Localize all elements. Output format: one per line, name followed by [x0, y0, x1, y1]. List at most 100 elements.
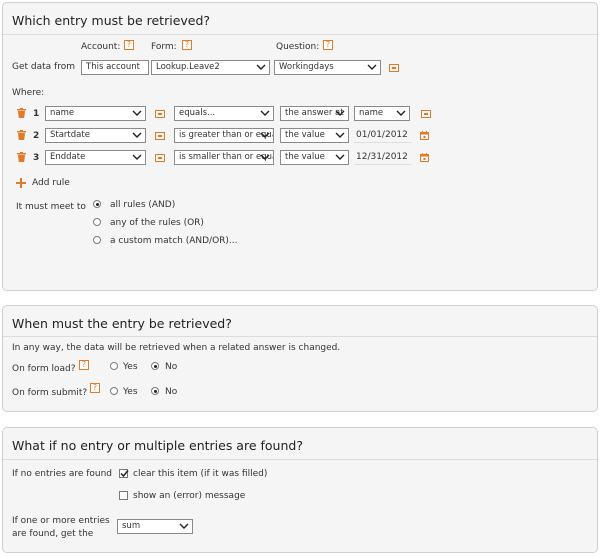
- chevron-down-icon: [334, 107, 346, 120]
- variable-icon[interactable]: [155, 110, 165, 118]
- form-select[interactable]: Lookup.Leave2: [151, 60, 270, 75]
- must-meet-label: It must meet to: [16, 202, 86, 212]
- account-select[interactable]: This account: [81, 60, 149, 75]
- section-title: What if no entry or multiple entries are…: [12, 438, 303, 453]
- if-none-label: If no entries are found: [12, 469, 113, 479]
- rule-field-value: name: [50, 108, 75, 118]
- chevron-down-icon: [366, 61, 378, 74]
- if-many-label-line1: If one or more entries: [12, 516, 110, 526]
- custom-match-label: a custom match (AND/OR)...: [110, 236, 238, 246]
- rule-field-select[interactable]: name: [45, 106, 146, 121]
- chevron-down-icon: [131, 151, 143, 164]
- help-icon[interactable]: ?: [90, 383, 100, 393]
- rule-operator-value: equals...: [179, 108, 216, 118]
- add-rule-button[interactable]: Add rule: [16, 177, 76, 189]
- rule-operator-select[interactable]: is smaller than or equa: [174, 150, 274, 165]
- section-title: When must the entry be retrieved?: [12, 316, 232, 331]
- question-select[interactable]: Workingdays: [274, 60, 381, 75]
- question-column-label: Question:: [276, 42, 320, 52]
- retrieve-timing-panel: When must the entry be retrieved? In any…: [2, 305, 598, 412]
- help-icon[interactable]: ?: [79, 360, 89, 370]
- rule-source-select[interactable]: the answer at: [280, 106, 349, 121]
- checkmark-icon: [120, 470, 129, 478]
- on-load-yes-label: Yes: [123, 362, 138, 372]
- help-icon[interactable]: ?: [182, 40, 192, 50]
- chevron-down-icon: [259, 151, 271, 164]
- rule-field-select[interactable]: Enddate: [45, 150, 146, 165]
- rule-operator-select[interactable]: is greater than or equa: [174, 128, 274, 143]
- chevron-down-icon: [259, 107, 271, 120]
- retrieve-entry-panel: Which entry must be retrieved? Account: …: [2, 2, 598, 291]
- on-load-label: On form load?: [12, 364, 76, 374]
- section-title: Which entry must be retrieved?: [12, 13, 211, 28]
- clear-item-label: clear this item (if it was filled): [133, 469, 268, 479]
- rule-field-value: Startdate: [50, 130, 90, 140]
- help-icon[interactable]: ?: [124, 40, 134, 50]
- any-rules-radio[interactable]: [93, 218, 101, 226]
- chevron-down-icon: [334, 151, 346, 164]
- all-rules-radio[interactable]: [93, 200, 101, 208]
- on-submit-yes-radio[interactable]: [110, 387, 118, 395]
- all-rules-label: all rules (AND): [110, 200, 176, 210]
- rule-source-value: the value: [285, 152, 325, 162]
- not-found-panel: What if no entry or multiple entries are…: [2, 427, 598, 553]
- chevron-down-icon: [259, 129, 271, 142]
- form-column-label: Form:: [151, 42, 177, 52]
- variable-icon[interactable]: [389, 64, 399, 72]
- chevron-down-icon: [395, 107, 407, 120]
- on-submit-no-label: No: [165, 387, 178, 397]
- variable-icon[interactable]: [421, 110, 431, 118]
- section-divider: [3, 459, 597, 460]
- on-load-no-radio[interactable]: [151, 362, 159, 370]
- account-select-value: This account: [86, 62, 140, 72]
- rule-source-value: the value: [285, 130, 325, 140]
- retrieve-note: In any way, the data will be retrieved w…: [12, 343, 341, 353]
- trash-icon[interactable]: [17, 152, 26, 162]
- add-rule-label: Add rule: [32, 178, 70, 188]
- plus-icon: [16, 178, 26, 188]
- aggregate-value: sum: [122, 521, 141, 531]
- trash-icon[interactable]: [17, 130, 26, 140]
- on-load-yes-radio[interactable]: [110, 362, 118, 370]
- show-error-checkbox[interactable]: [119, 491, 128, 500]
- rule-date-input[interactable]: 01/01/2012: [354, 128, 412, 143]
- account-column-label: Account:: [81, 42, 121, 52]
- chevron-down-icon: [255, 61, 267, 74]
- calendar-icon[interactable]: [420, 131, 429, 140]
- rule-number: 1: [33, 109, 40, 119]
- rule-source-select[interactable]: the value: [280, 150, 349, 165]
- if-many-label-line2: are found, get the: [12, 529, 94, 539]
- rule-number: 3: [33, 153, 40, 163]
- on-submit-no-radio[interactable]: [151, 387, 159, 395]
- chevron-down-icon: [178, 520, 190, 533]
- custom-match-radio[interactable]: [93, 236, 101, 244]
- where-label: Where:: [12, 88, 45, 98]
- chevron-down-icon: [334, 129, 346, 142]
- rule-field-value: Enddate: [50, 152, 86, 162]
- rule-date-input[interactable]: 12/31/2012: [354, 150, 412, 165]
- on-load-no-label: No: [165, 362, 178, 372]
- rule-source-select[interactable]: the value: [280, 128, 349, 143]
- clear-item-checkbox[interactable]: [119, 469, 129, 478]
- rule-operator-select[interactable]: equals...: [174, 106, 274, 121]
- help-icon[interactable]: ?: [323, 40, 333, 50]
- chevron-down-icon: [131, 107, 143, 120]
- section-divider: [3, 336, 597, 337]
- rule-field-select[interactable]: Startdate: [45, 128, 146, 143]
- rule-value-select[interactable]: name: [354, 106, 410, 121]
- question-select-value: Workingdays: [279, 62, 334, 72]
- calendar-icon[interactable]: [420, 153, 429, 162]
- form-select-value: Lookup.Leave2: [156, 62, 220, 72]
- any-rules-label: any of the rules (OR): [110, 218, 204, 228]
- variable-icon[interactable]: [155, 132, 165, 140]
- variable-icon[interactable]: [155, 154, 165, 162]
- rule-value: name: [359, 108, 384, 118]
- get-data-from-label: Get data from: [12, 62, 75, 72]
- trash-icon[interactable]: [17, 108, 26, 118]
- rule-number: 2: [33, 131, 40, 141]
- show-error-label: show an (error) message: [133, 491, 246, 501]
- aggregate-select[interactable]: sum: [117, 519, 193, 534]
- on-submit-yes-label: Yes: [123, 387, 138, 397]
- on-submit-label: On form submit?: [12, 388, 88, 398]
- chevron-down-icon: [131, 129, 143, 142]
